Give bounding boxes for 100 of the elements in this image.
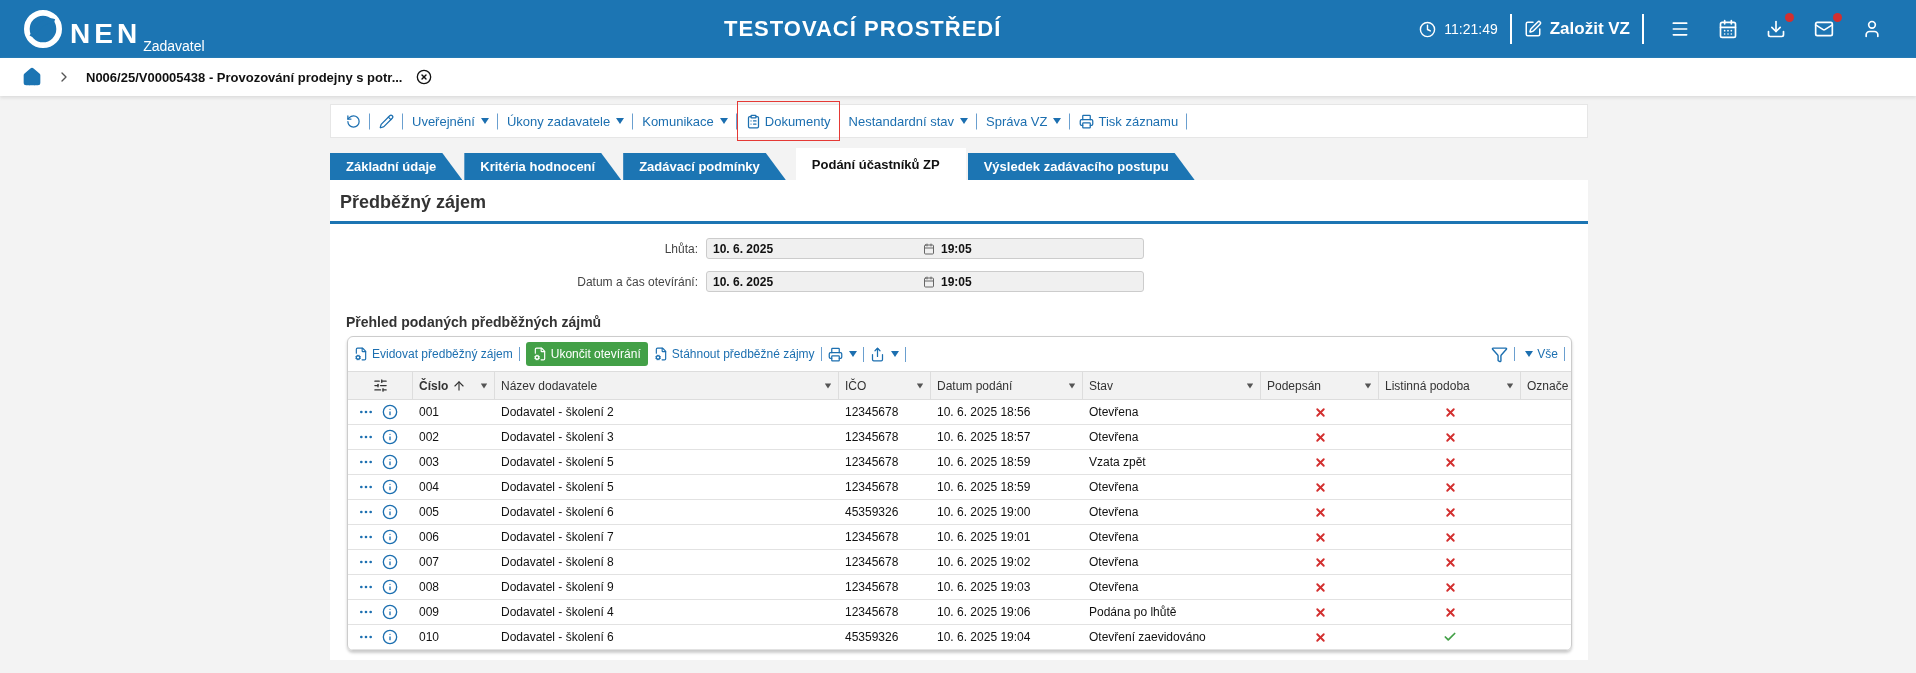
finish-button[interactable]: Ukončit otevírání xyxy=(525,342,648,366)
toolbar-button[interactable]: Správa VZ xyxy=(977,112,1071,130)
caret-icon xyxy=(1525,351,1534,357)
column-header[interactable]: Označe xyxy=(1521,371,1571,400)
info-icon[interactable] xyxy=(382,504,398,520)
tab[interactable]: Zadávací podmínky xyxy=(623,153,786,180)
user-icon[interactable] xyxy=(1862,19,1882,39)
table-cell: Dodavatel - školení 7 xyxy=(495,525,839,550)
caret-icon xyxy=(1246,383,1254,388)
download-icon[interactable] xyxy=(1766,19,1786,39)
column-header[interactable]: Podepsán xyxy=(1261,371,1379,400)
toolbar-button[interactable]: Dokumenty xyxy=(736,101,840,141)
menu-icon[interactable] xyxy=(1670,19,1690,39)
create-button[interactable]: Založit VZ xyxy=(1523,19,1630,39)
field-label: Lhůta: xyxy=(663,241,698,256)
table-cell: Dodavatel - školení 4 xyxy=(495,600,839,625)
field-label: Datum a čas otevírání: xyxy=(576,274,698,289)
info-icon[interactable] xyxy=(382,629,398,645)
table-cell: Otevření zaevidováno xyxy=(1083,625,1261,650)
table-cell: 45359326 xyxy=(839,625,931,650)
info-icon[interactable] xyxy=(382,454,398,470)
caret-icon xyxy=(1053,118,1062,124)
toolbar-button[interactable]: Komunikace xyxy=(633,112,737,130)
close-icon[interactable] xyxy=(416,69,433,85)
caret-icon xyxy=(480,383,488,388)
export-button[interactable] xyxy=(869,346,906,362)
clipboard-icon xyxy=(745,113,761,129)
toolbar-button[interactable]: Tisk záznamu xyxy=(1070,112,1188,130)
toolbar-link[interactable]: Stáhnout předběžné zájmy xyxy=(653,347,822,361)
info-icon[interactable] xyxy=(382,604,398,620)
table-cell: 12345678 xyxy=(839,400,931,425)
toolbar-button[interactable]: Nestandardní stav xyxy=(839,112,978,130)
table-cell: Dodavatel - školení 6 xyxy=(495,625,839,650)
table-cell: Otevřena xyxy=(1083,550,1261,575)
info-icon[interactable] xyxy=(382,429,398,445)
tab[interactable]: Kritéria hodnocení xyxy=(464,153,622,180)
tab[interactable]: Základní údaje xyxy=(330,153,463,180)
column-header[interactable]: Číslo xyxy=(413,371,495,400)
caret-icon xyxy=(848,351,857,357)
table-cell: 002 xyxy=(413,425,495,450)
column-header[interactable]: Stav xyxy=(1083,371,1261,400)
table-cell: Dodavatel - školení 5 xyxy=(495,475,839,500)
clock-icon xyxy=(1419,20,1437,38)
filter-icon[interactable] xyxy=(1491,345,1509,363)
table-cell: 10. 6. 2025 18:59 xyxy=(931,450,1083,475)
table-cell: 009 xyxy=(413,600,495,625)
table-cell: 10. 6. 2025 18:57 xyxy=(931,425,1083,450)
caret-icon xyxy=(616,118,625,124)
info-icon[interactable] xyxy=(382,579,398,595)
table-cell: 12345678 xyxy=(839,475,931,500)
table-cell: 008 xyxy=(413,575,495,600)
toolbar-button[interactable]: Uveřejnění xyxy=(403,112,498,130)
table-cell: 10. 6. 2025 19:02 xyxy=(931,550,1083,575)
toolbar-link[interactable]: Evidovat předběžný zájem xyxy=(354,347,520,361)
filter-button[interactable]: Vše xyxy=(1514,347,1565,361)
logo-text: NEN xyxy=(70,20,142,48)
printer-icon xyxy=(827,346,843,362)
column-settings-icon[interactable] xyxy=(372,378,388,393)
table-cell: Dodavatel - školení 3 xyxy=(495,425,839,450)
caret-icon xyxy=(890,351,899,357)
table-cell: 003 xyxy=(413,450,495,475)
info-icon[interactable] xyxy=(382,404,398,420)
table-cell: Dodavatel - školení 2 xyxy=(495,400,839,425)
logo-subtitle: Zadavatel xyxy=(143,38,205,54)
breadcrumb-title[interactable]: N006/25/V00005438 - Provozování prodejny s potr... xyxy=(86,69,403,85)
mail-icon[interactable] xyxy=(1814,19,1834,39)
table-cell: Dodavatel - školení 9 xyxy=(495,575,839,600)
table-cell: 006 xyxy=(413,525,495,550)
column-header[interactable]: Listinná podoba xyxy=(1379,371,1521,400)
home-icon[interactable] xyxy=(22,67,42,87)
tab[interactable]: Výsledek zadávacího postupu xyxy=(967,153,1195,180)
print-button[interactable] xyxy=(827,346,864,362)
table-cell: 12345678 xyxy=(839,425,931,450)
column-header[interactable]: Název dodavatele xyxy=(495,371,839,400)
pencil-icon xyxy=(379,113,394,129)
info-icon[interactable] xyxy=(382,479,398,495)
section-title: Předběžný zájem xyxy=(330,180,1588,224)
table-cell: Otevřena xyxy=(1083,525,1261,550)
caret-icon xyxy=(1506,383,1514,388)
table-cell: Otevřena xyxy=(1083,475,1261,500)
table-cell: 10. 6. 2025 19:03 xyxy=(931,575,1083,600)
table-cell: 10. 6. 2025 19:01 xyxy=(931,525,1083,550)
table-cell: Dodavatel - školení 6 xyxy=(495,500,839,525)
table-cell: Dodavatel - školení 8 xyxy=(495,550,839,575)
caret-icon xyxy=(960,118,969,124)
table-cell: Vzata zpět xyxy=(1083,450,1261,475)
calendar-icon[interactable] xyxy=(1718,19,1738,39)
tab[interactable]: Podání účastníků ZP xyxy=(795,148,966,180)
info-icon[interactable] xyxy=(382,554,398,570)
column-header[interactable]: Datum podání xyxy=(931,371,1083,400)
table-cell: Dodavatel - školení 5 xyxy=(495,450,839,475)
datetime-field[interactable]: 10. 6. 2025 19:05 xyxy=(706,238,1144,259)
column-header[interactable]: IČO xyxy=(839,371,931,400)
table-title: Přehled podaných předběžných zájmů xyxy=(346,314,603,330)
table-cell: 010 xyxy=(413,625,495,650)
toolbar-button[interactable]: Úkony zadavatele xyxy=(497,112,634,130)
edit-icon xyxy=(1523,20,1542,38)
table-cell: 10. 6. 2025 19:04 xyxy=(931,625,1083,650)
info-icon[interactable] xyxy=(382,529,398,545)
datetime-field[interactable]: 10. 6. 2025 19:05 xyxy=(706,271,1144,292)
